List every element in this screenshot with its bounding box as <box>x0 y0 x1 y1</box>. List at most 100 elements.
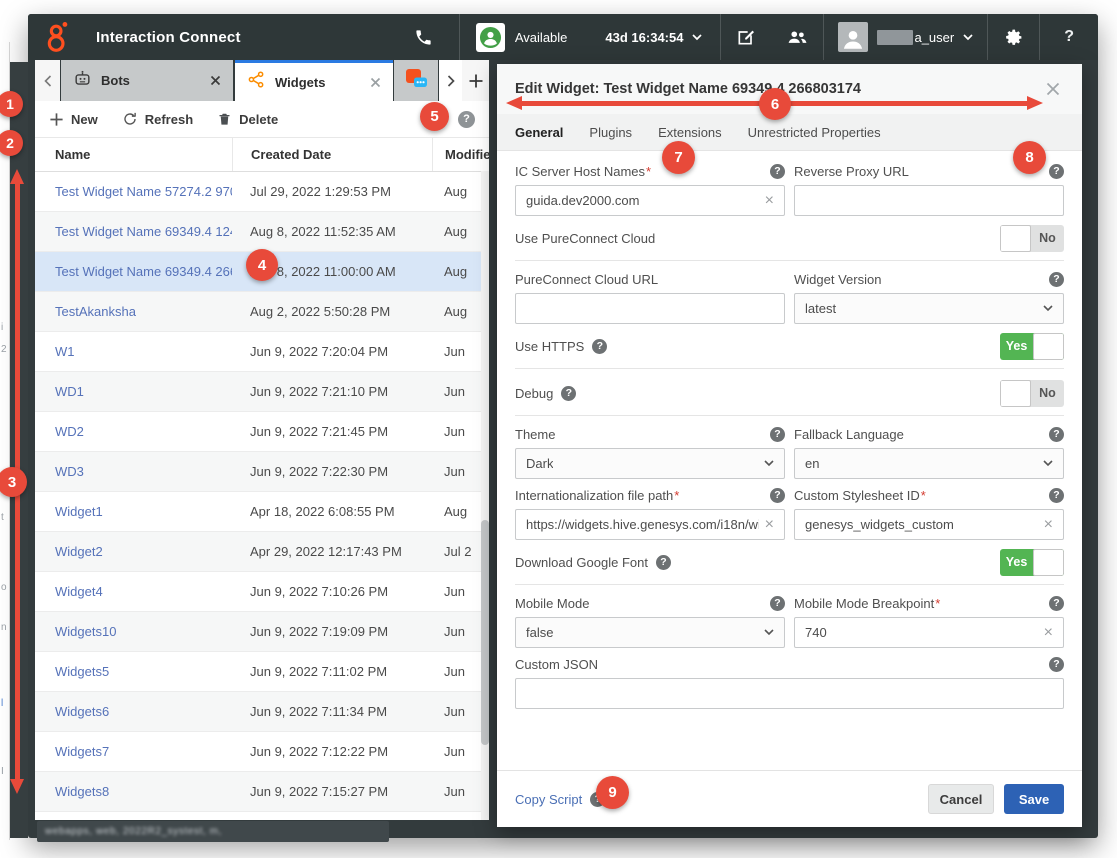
row-name-link[interactable]: Widgets6 <box>35 704 232 719</box>
help-icon[interactable]: ? <box>770 488 785 503</box>
delete-button[interactable]: Delete <box>217 111 278 127</box>
download-google-font-toggle[interactable]: Yes <box>1000 549 1064 576</box>
row-name-link[interactable]: Widget4 <box>35 584 232 599</box>
custom-stylesheet-id-value: genesys_widgets_custom <box>805 517 954 532</box>
help-icon[interactable]: ? <box>561 386 576 401</box>
table-row[interactable]: Widget1 Apr 18, 2022 6:08:55 PM Aug <box>35 492 489 532</box>
table-row[interactable]: Widgets10 Jun 9, 2022 7:19:09 PM Jun <box>35 612 489 652</box>
table-row[interactable]: TestAkanksha Aug 2, 2022 5:50:28 PM Aug <box>35 292 489 332</box>
row-name-link[interactable]: WD3 <box>35 464 232 479</box>
tab-general[interactable]: General <box>515 125 563 140</box>
help-icon[interactable]: ? <box>770 596 785 611</box>
save-button[interactable]: Save <box>1004 784 1064 814</box>
compose-note-icon[interactable] <box>721 14 771 60</box>
chevron-down-icon <box>1043 305 1053 312</box>
row-name-link[interactable]: W1 <box>35 344 232 359</box>
help-button[interactable]: ? <box>1040 28 1098 46</box>
clear-icon[interactable]: × <box>1038 625 1053 641</box>
tab-scroll-left-button[interactable] <box>35 60 60 101</box>
user-menu[interactable]: a_user <box>824 14 987 60</box>
row-name-link[interactable]: Widgets8 <box>35 784 232 799</box>
custom-stylesheet-id-input[interactable]: genesys_widgets_custom × <box>794 509 1064 540</box>
help-icon[interactable]: ? <box>1049 596 1064 611</box>
ic-server-host-names-input[interactable]: guida.dev2000.com × <box>515 185 785 216</box>
clear-icon[interactable]: × <box>1038 517 1053 533</box>
list-help-icon[interactable]: ? <box>458 111 475 128</box>
table-row[interactable]: Widgets6 Jun 9, 2022 7:11:34 PM Jun <box>35 692 489 732</box>
refresh-button[interactable]: Refresh <box>122 111 193 127</box>
close-tab-icon[interactable] <box>370 77 381 88</box>
column-header-name[interactable]: Name <box>35 147 232 162</box>
fallback-language-select[interactable]: en <box>794 448 1064 479</box>
row-name-link[interactable]: WD2 <box>35 424 232 439</box>
row-name-link[interactable]: TestAkanksha <box>35 304 232 319</box>
status-selector[interactable]: Available <box>460 23 584 52</box>
clear-icon[interactable]: × <box>759 193 774 209</box>
phone-icon[interactable] <box>414 28 459 47</box>
tab-extensions[interactable]: Extensions <box>658 125 722 140</box>
table-row[interactable]: Widget4 Jun 9, 2022 7:10:26 PM Jun <box>35 572 489 612</box>
close-panel-icon[interactable] <box>1042 78 1064 100</box>
people-group-icon[interactable] <box>771 14 823 60</box>
mobile-mode-breakpoint-input[interactable]: 740 × <box>794 617 1064 648</box>
table-row[interactable]: Widget2 Apr 29, 2022 12:17:43 PM Jul 2 <box>35 532 489 572</box>
row-name-link[interactable]: Test Widget Name 57274.2 9704… <box>35 184 232 199</box>
clear-icon[interactable]: × <box>759 517 774 533</box>
tab-interactions[interactable] <box>394 60 438 101</box>
column-header-modified[interactable]: Modified <box>432 138 489 171</box>
widget-version-select[interactable]: latest <box>794 293 1064 324</box>
row-name-link[interactable]: Widget2 <box>35 544 232 559</box>
i18n-file-path-input[interactable]: https://widgets.hive.genesys.com/i18n/wi… <box>515 509 785 540</box>
column-header-created-date[interactable]: Created Date <box>232 138 432 171</box>
table-row[interactable]: Widgets8 Jun 9, 2022 7:15:27 PM Jun <box>35 772 489 812</box>
list-scrollbar-thumb[interactable] <box>481 520 489 745</box>
help-icon[interactable]: ? <box>1049 272 1064 287</box>
row-name-link[interactable]: Widgets5 <box>35 664 232 679</box>
table-row[interactable]: WD2 Jun 9, 2022 7:21:45 PM Jun <box>35 412 489 452</box>
help-icon[interactable]: ? <box>770 427 785 442</box>
table-row[interactable]: WD3 Jun 9, 2022 7:22:30 PM Jun <box>35 452 489 492</box>
copy-script-link[interactable]: Copy Script <box>515 792 582 807</box>
use-https-toggle[interactable]: Yes <box>1000 333 1064 360</box>
status-timer[interactable]: 43d 16:34:54 <box>583 30 720 45</box>
table-row[interactable]: W1 Jun 9, 2022 7:20:04 PM Jun <box>35 332 489 372</box>
tab-scroll-right-button[interactable] <box>439 60 462 101</box>
row-name-link[interactable]: Widget1 <box>35 504 232 519</box>
custom-json-input[interactable] <box>515 678 1064 709</box>
new-button[interactable]: New <box>49 112 98 127</box>
table-row[interactable]: Jun <box>35 812 489 820</box>
help-icon[interactable]: ? <box>1049 488 1064 503</box>
table-row[interactable]: Widgets5 Jun 9, 2022 7:11:02 PM Jun <box>35 652 489 692</box>
use-pureconnect-cloud-toggle[interactable]: No <box>1000 225 1064 252</box>
tab-bots[interactable]: Bots <box>61 60 233 101</box>
tab-widgets[interactable]: Widgets <box>235 60 393 101</box>
help-icon[interactable]: ? <box>1049 657 1064 672</box>
row-name-link[interactable]: Test Widget Name 69349.4 2668… <box>35 264 232 279</box>
row-name-link[interactable]: Test Widget Name 69349.4 1244… <box>35 224 232 239</box>
tab-plugins[interactable]: Plugins <box>589 125 632 140</box>
debug-toggle[interactable]: No <box>1000 380 1064 407</box>
admin-tools-gear-icon[interactable] <box>988 14 1039 60</box>
close-tab-icon[interactable] <box>210 75 221 86</box>
row-name-link[interactable]: Widgets7 <box>35 744 232 759</box>
help-icon[interactable]: ? <box>1049 427 1064 442</box>
help-icon[interactable]: ? <box>770 164 785 179</box>
row-created-date: Jun 9, 2022 7:11:02 PM <box>232 664 432 679</box>
reverse-proxy-url-input[interactable] <box>794 185 1064 216</box>
mobile-mode-select[interactable]: false <box>515 617 785 648</box>
row-name-link[interactable]: Widgets10 <box>35 624 232 639</box>
table-row[interactable]: Test Widget Name 57274.2 9704… Jul 29, 2… <box>35 172 489 212</box>
help-icon[interactable]: ? <box>592 339 607 354</box>
help-icon[interactable]: ? <box>656 555 671 570</box>
table-row[interactable]: WD1 Jun 9, 2022 7:21:10 PM Jun <box>35 372 489 412</box>
table-row[interactable]: Widgets7 Jun 9, 2022 7:12:22 PM Jun <box>35 732 489 772</box>
help-icon[interactable]: ? <box>1049 164 1064 179</box>
cancel-button[interactable]: Cancel <box>928 784 994 814</box>
row-name-link[interactable]: WD1 <box>35 384 232 399</box>
ic-server-host-names-label: IC Server Host Names <box>515 164 651 179</box>
pureconnect-cloud-url-input[interactable] <box>515 293 785 324</box>
tab-unrestricted-properties[interactable]: Unrestricted Properties <box>748 125 881 140</box>
add-tab-button[interactable] <box>462 60 489 101</box>
theme-select[interactable]: Dark <box>515 448 785 479</box>
table-row[interactable]: Test Widget Name 69349.4 1244… Aug 8, 20… <box>35 212 489 252</box>
